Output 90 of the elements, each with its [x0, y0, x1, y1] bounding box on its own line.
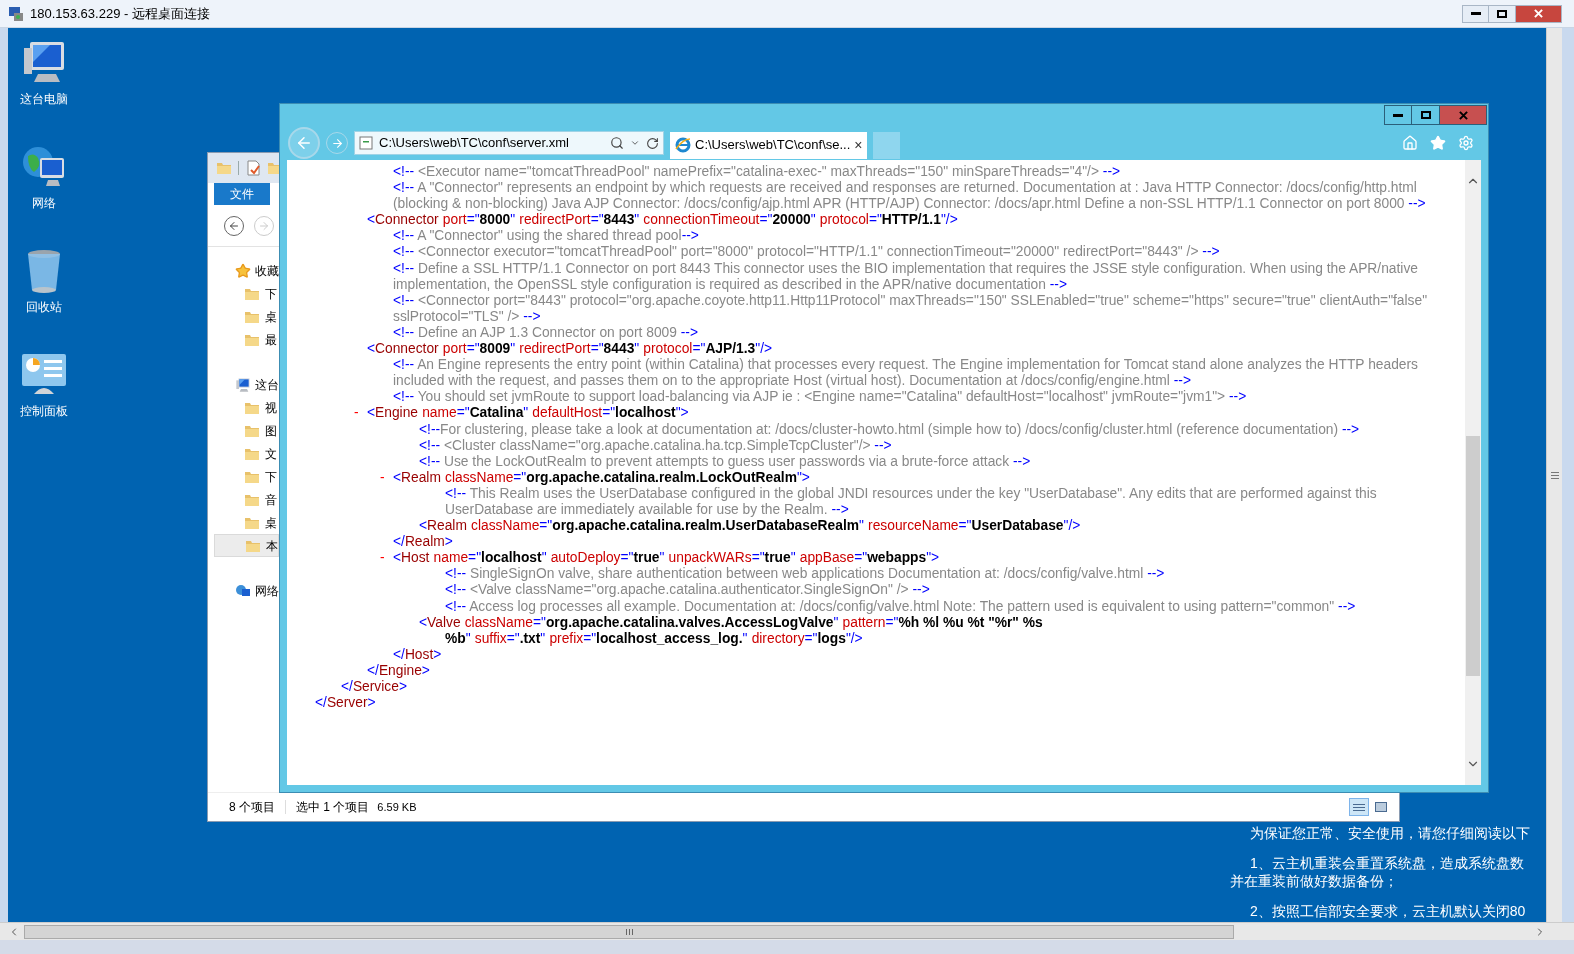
xml-tag: <Engine name="Catalina" defaultHost="localhost"> [367, 405, 1439, 422]
nav-item[interactable]: 图 [214, 419, 277, 442]
xml-tag: <Valve className="org.apache.catalina.valves.AccessLogValve" pattern="%h %l %u %t "%r" %s %b" suffix=".txt" prefix="localhost_access_log." directory="logs"/> [419, 614, 1439, 647]
xml-comment: <!-- <Valve className="org.apache.catalina.authenticator.SingleSignOn" /> --> [445, 582, 931, 599]
vertical-scrollbar[interactable] [1465, 160, 1481, 785]
browser-logo-icon [675, 137, 691, 153]
nav-item[interactable]: 下 [214, 465, 277, 488]
horizontal-scrollbar[interactable] [0, 922, 1574, 940]
forward-arrow-icon [330, 136, 344, 150]
xml-tag: </Realm> [393, 534, 1439, 551]
collapse-toggle[interactable]: - [380, 550, 393, 567]
notice-text: 2、按照工信部安全要求，云主机默认关闭80 [1249, 902, 1527, 920]
remote-desktop-icon [8, 5, 24, 22]
details-view-icon[interactable] [1349, 798, 1369, 816]
favorites-icon[interactable] [1430, 135, 1446, 151]
selection-info: 选中 1 个项目 [296, 799, 370, 816]
close-icon [1458, 110, 1468, 120]
folder-icon [216, 160, 232, 176]
nav-item[interactable]: 桌 [214, 305, 277, 328]
close-icon [1534, 9, 1543, 18]
star-icon [235, 262, 251, 279]
selection-size: 6.59 KB [377, 799, 417, 815]
xml-tag: <Realm className="org.apache.catalina.realm.UserDatabaseRealm" resourceName="UserDatabase"/> [419, 518, 1439, 535]
xml-comment: <!--For clustering, please take a look at documentation at: /docs/cluster-howto.html (simple how to) /docs/config/cluster.html (reference documentation) --> [419, 421, 1361, 438]
document-icon [245, 160, 261, 176]
xml-comment: <!-- An Engine represents the entry point (within Catalina) that processes every request. The Engine implementation for Tomcat stand alone analyzes the HTTP headers included with the request, and passes them on to the appropriate Host (virtual host). Documentation at /docs/config/engine.html --> [393, 357, 1419, 390]
xml-tag: <Realm className="org.apache.catalina.realm.LockOutRealm"> [393, 469, 1439, 486]
xml-tag: </Server> [315, 695, 1439, 712]
xml-comment: <!-- <Connector port="8443" protocol="org.apache.coyote.http11.Http11Protocol" maxThreads="150" SSLEnabled="true" scheme="https" secure="true" clientAuth="false" sslProtocol="TLS" /> --> [393, 292, 1429, 325]
xml-tag: <Connector port="8009" redirectPort="8443" protocol="AJP/1.3"/> [367, 341, 1439, 358]
xml-comment: <!-- <Executor name="tomcatThreadPool" namePrefix="catalina-exec-" maxThreads="150" minSpareThreads="4"/> --> [393, 164, 1122, 181]
computer-icon [235, 376, 251, 393]
xml-comment: <!-- Use the LockOutRealm to prevent attempts to guess user passwords via a brute-force attack --> [419, 453, 1032, 470]
xml-comment: <!-- A "Connector" using the shared thread pool--> [393, 228, 700, 245]
nav-item[interactable]: 最 [214, 328, 277, 351]
nav-item[interactable]: 下 [214, 282, 277, 305]
xml-comment: <!-- <Cluster className="org.apache.catalina.ha.tcp.SimpleTcpCluster"/> --> [419, 437, 893, 454]
address-field[interactable]: C:\Users\web\TC\conf\server.xml [354, 131, 664, 155]
desktop-icon-label[interactable]: 控制面板 [20, 402, 68, 420]
caret-icon[interactable] [630, 138, 640, 148]
minimize-button[interactable] [1462, 4, 1489, 23]
tab-close[interactable]: × [854, 134, 863, 156]
network-icon [235, 582, 251, 599]
window-title: 180.153.63.229 - 远程桌面连接 [30, 4, 210, 23]
notice-text: 为保证您正常、安全使用，请您仔细阅读以下 [1249, 824, 1530, 842]
xml-comment: <!-- Access log processes all example. Documentation at: /docs/config/valve.html Note: The pattern used is equivalent to using pattern="common" --> [445, 598, 1357, 615]
close-button[interactable] [1516, 4, 1562, 23]
nav-item[interactable]: 音 [214, 488, 277, 511]
xml-comment: <!-- This Realm uses the UserDatabase configured in the global JNDI resources under the key "UserDatabase". Any edits that are performed against this UserDatabase are immediately available for use by the Realm. --> [445, 485, 1378, 519]
xml-tag: </Service> [341, 679, 1439, 696]
forward-arrow-icon [258, 219, 270, 232]
nav-item[interactable]: 收藏 [214, 259, 279, 282]
xml-tag: <Connector port="8000" redirectPort="8443" connectionTimeout="20000" protocol="HTTP/1.1"/> [367, 212, 1439, 229]
xml-comment: <!-- You should set jvmRoute to support load-balancing via AJP ie : <Engine name="Catalina" defaultHost="localhost" jvmRoute="jvm1"> --> [393, 389, 1248, 406]
back-arrow-icon [228, 219, 240, 232]
maximize-button[interactable] [1489, 4, 1516, 23]
collapse-toggle[interactable]: - [380, 469, 393, 486]
xml-comment: <!-- SingleSignOn valve, share authentication between web applications Documentation at: /docs/config/valve.html --> [445, 566, 1166, 583]
item-count: 8 个项目 [229, 799, 275, 816]
desktop-icon-label[interactable]: 这台电脑 [20, 90, 68, 108]
xml-comment: <!-- A "Connector" represents an endpoint by which requests are received and responses are returned. Documentation at : Java HTTP Connector: /docs/config/http.html (blocking & non-blocking) Java AJP Connector: /docs/config/ajp.html APR (HTTP/AJP) Connector: /docs/apr.html Define a non-SSL HTTP/1.1 Connector on port 8000 --> [393, 180, 1427, 213]
nav-item[interactable]: 网络 [214, 579, 279, 602]
maximize-button[interactable] [1412, 105, 1440, 125]
xml-tag: <Host name="localhost" autoDeploy="true" unpackWARs="true" appBase="webapps"> [393, 550, 1439, 567]
xml-comment: <!-- Define a SSL HTTP/1.1 Connector on port 8443 This connector uses the BIO implementation that requires the JSSE style configuration. When using the APR/native implementation, the OpenSSL style configuration is required as described in the APR/native documentation --> [393, 260, 1419, 293]
xml-comment: <!-- <Connector executor="tomcatThreadPool" port="8000" protocol="HTTP/1.1" connectionTimeout="20000" redirectPort="8443" /> --> [393, 244, 1221, 261]
nav-item[interactable]: 本 [214, 534, 279, 557]
nav-item[interactable]: 这台 [214, 373, 279, 396]
xml-comment: <!-- Define an AJP 1.3 Connector on port 8009 --> [393, 324, 699, 342]
desktop-icon-label[interactable]: 回收站 [26, 298, 62, 316]
settings-icon[interactable] [1458, 135, 1474, 151]
minimize-button[interactable] [1384, 105, 1412, 125]
xml-tag: </Host> [393, 646, 1439, 663]
notice-text: 并在重装前做好数据备份； [1230, 872, 1399, 890]
nav-item[interactable]: 文 [214, 442, 277, 465]
scroll-thumb[interactable] [1466, 436, 1480, 676]
home-icon[interactable] [1402, 135, 1418, 151]
refresh-icon[interactable] [646, 136, 659, 150]
desktop-icon-label[interactable]: 网络 [32, 194, 56, 212]
collapse-toggle[interactable]: - [354, 405, 367, 422]
browser-tab[interactable]: C:\Users\web\TC\conf\se... × [670, 131, 867, 159]
file-tab[interactable]: 文件 [214, 183, 270, 205]
nav-item[interactable]: 视 [214, 396, 277, 419]
search-icon[interactable] [610, 136, 624, 150]
xml-tag: </Engine> [367, 662, 1439, 679]
page-icon [359, 136, 373, 150]
notice-text: 1、云主机重装会重置系统盘，造成系统盘数 [1249, 854, 1525, 872]
vertical-scrollbar[interactable] [1546, 28, 1562, 922]
nav-item[interactable]: 桌 [214, 511, 277, 534]
close-button[interactable] [1440, 105, 1487, 125]
